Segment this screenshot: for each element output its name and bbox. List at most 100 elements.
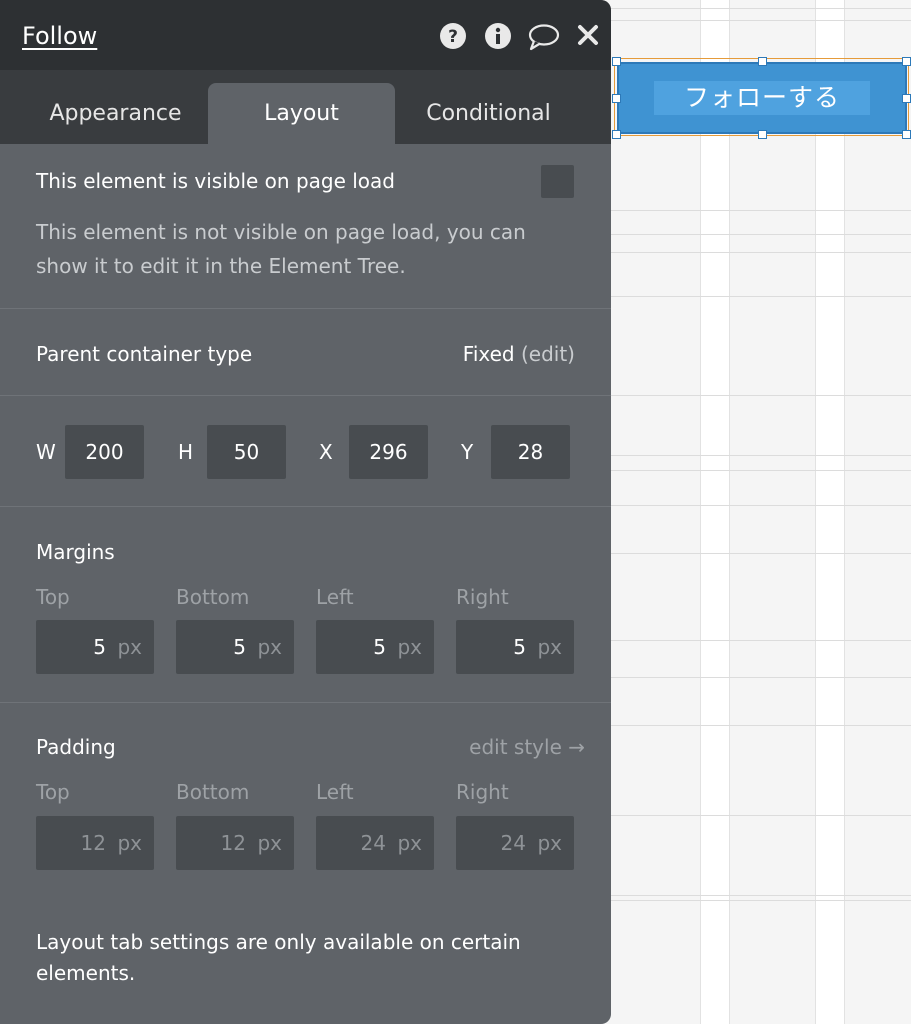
- follow-button-label: フォローする: [654, 81, 870, 115]
- canvas-gridline: [611, 395, 911, 396]
- width-label: W: [36, 440, 56, 464]
- padding-section: Padding edit style → Top Bottom Left Rig…: [0, 703, 611, 900]
- margin-left-label: Left: [316, 585, 354, 609]
- width-input[interactable]: 200: [65, 425, 144, 479]
- padding-left-unit: px: [397, 831, 422, 855]
- margin-right-label: Right: [456, 585, 509, 609]
- visibility-section: This element is visible on page load Thi…: [0, 144, 611, 309]
- margin-top-input[interactable]: 5 px: [36, 620, 154, 674]
- canvas-gridline: [611, 252, 911, 253]
- canvas-gridline: [611, 553, 911, 554]
- margin-bottom-label: Bottom: [176, 585, 250, 609]
- visible-on-load-checkbox[interactable]: [541, 165, 574, 198]
- visibility-note-line1: This element is not visible on page load…: [36, 220, 526, 244]
- margin-top-unit: px: [117, 635, 142, 659]
- resize-handle[interactable]: [758, 57, 767, 66]
- resize-handle[interactable]: [902, 94, 911, 103]
- canvas-gridline: [611, 505, 911, 506]
- margin-right-value: 5: [513, 635, 526, 659]
- canvas-gridline: [611, 20, 911, 21]
- margin-left-unit: px: [397, 635, 422, 659]
- tab-conditional[interactable]: Conditional: [395, 83, 582, 144]
- padding-right-unit: px: [537, 831, 562, 855]
- padding-left-input: 24 px: [316, 816, 434, 870]
- margin-top-label: Top: [36, 585, 70, 609]
- padding-right-input: 24 px: [456, 816, 574, 870]
- canvas-column: [700, 0, 730, 1024]
- margin-bottom-input[interactable]: 5 px: [176, 620, 294, 674]
- padding-right-value: 24: [500, 831, 526, 855]
- resize-handle[interactable]: [758, 130, 767, 139]
- canvas-gridline: [611, 8, 911, 9]
- parent-container-label: Parent container type: [36, 342, 253, 366]
- parent-container-section: Parent container type Fixed (edit): [0, 309, 611, 396]
- margin-left-input[interactable]: 5 px: [316, 620, 434, 674]
- info-icon[interactable]: [484, 22, 514, 52]
- canvas-gridline: [611, 455, 911, 456]
- svg-text:?: ?: [448, 27, 458, 47]
- close-icon[interactable]: [575, 22, 605, 52]
- dimensions-section: W 200 H 50 X 296 Y 28: [0, 396, 611, 507]
- canvas-gridline: [611, 725, 911, 726]
- margin-bottom-value: 5: [233, 635, 246, 659]
- padding-top-label: Top: [36, 780, 70, 804]
- padding-bottom-label: Bottom: [176, 780, 250, 804]
- margin-bottom-unit: px: [257, 635, 282, 659]
- resize-handle[interactable]: [612, 130, 621, 139]
- canvas-gridline: [611, 900, 911, 901]
- padding-right-label: Right: [456, 780, 509, 804]
- visibility-label: This element is visible on page load: [36, 169, 395, 193]
- canvas-gridline: [611, 677, 911, 678]
- height-input[interactable]: 50: [207, 425, 286, 479]
- tab-appearance[interactable]: Appearance: [22, 83, 209, 144]
- padding-left-label: Left: [316, 780, 354, 804]
- margin-right-unit: px: [537, 635, 562, 659]
- tab-bar: Appearance Layout Conditional: [0, 70, 611, 144]
- property-editor-panel: Follow ? Appearance Layout Conditional T…: [0, 0, 611, 1024]
- parent-container-value-group: Fixed (edit): [463, 342, 575, 366]
- parent-container-edit-link[interactable]: (edit): [521, 342, 575, 366]
- canvas-gridline: [611, 296, 911, 297]
- footer-note: Layout tab settings are only available o…: [0, 900, 611, 1024]
- padding-bottom-unit: px: [257, 831, 282, 855]
- padding-top-unit: px: [117, 831, 142, 855]
- canvas-gridline: [611, 815, 911, 816]
- margins-section: Margins Top Bottom Left Right 5 px 5 px …: [0, 507, 611, 703]
- resize-handle[interactable]: [612, 57, 621, 66]
- comment-icon[interactable]: [527, 22, 561, 52]
- resize-handle[interactable]: [902, 57, 911, 66]
- margins-title: Margins: [36, 540, 115, 564]
- footer-note-line1: Layout tab settings are only available o…: [36, 930, 521, 954]
- canvas-gridline: [611, 640, 911, 641]
- margin-top-value: 5: [93, 635, 106, 659]
- y-position-input[interactable]: 28: [491, 425, 570, 479]
- panel-header: Follow ?: [0, 0, 611, 70]
- parent-container-value: Fixed: [462, 342, 515, 366]
- canvas-gridline: [611, 234, 911, 235]
- x-label: X: [319, 440, 333, 464]
- margin-left-value: 5: [373, 635, 386, 659]
- margin-right-input[interactable]: 5 px: [456, 620, 574, 674]
- visibility-note-line2: show it to edit it in the Element Tree.: [36, 254, 406, 278]
- edit-style-link[interactable]: edit style →: [469, 735, 585, 759]
- canvas-gridline: [611, 470, 911, 471]
- padding-left-value: 24: [360, 831, 386, 855]
- x-position-input[interactable]: 296: [349, 425, 428, 479]
- padding-bottom-input: 12 px: [176, 816, 294, 870]
- padding-top-value: 12: [80, 831, 106, 855]
- height-label: H: [178, 440, 194, 464]
- tab-layout[interactable]: Layout: [208, 83, 395, 144]
- canvas-column: [815, 0, 845, 1024]
- padding-top-input: 12 px: [36, 816, 154, 870]
- resize-handle[interactable]: [902, 130, 911, 139]
- padding-bottom-value: 12: [220, 831, 246, 855]
- footer-note-line2: elements.: [36, 961, 136, 985]
- canvas-gridline: [611, 895, 911, 896]
- canvas-gridline: [611, 210, 911, 211]
- padding-title: Padding: [36, 735, 116, 759]
- resize-handle[interactable]: [612, 94, 621, 103]
- follow-button-element[interactable]: フォローする: [617, 62, 907, 134]
- element-name-link[interactable]: Follow: [22, 22, 97, 50]
- help-icon[interactable]: ?: [439, 22, 469, 52]
- y-label: Y: [461, 440, 474, 464]
